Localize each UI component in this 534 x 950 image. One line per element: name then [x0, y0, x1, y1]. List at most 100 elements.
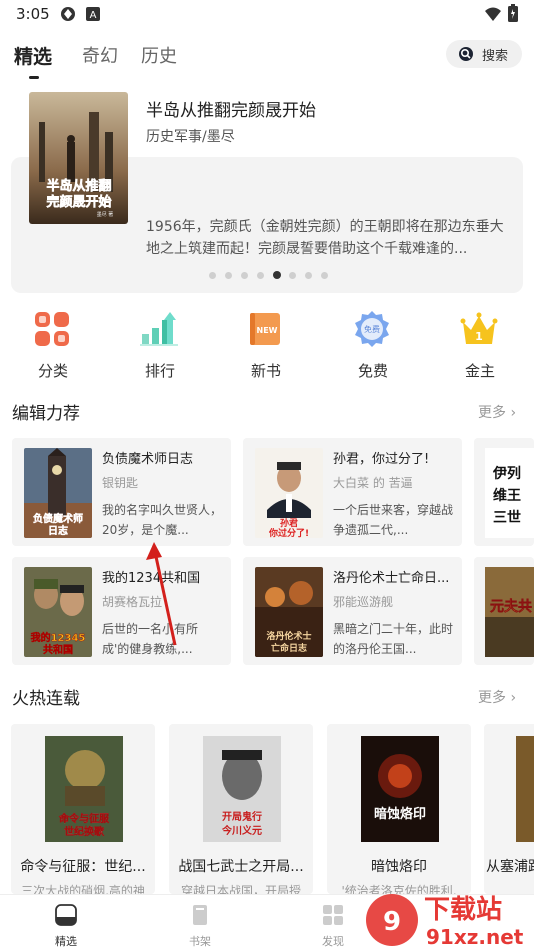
book-author: 邪能巡游舰: [333, 595, 394, 609]
book-cover: [516, 736, 534, 842]
red-arrow-annotation: [146, 542, 177, 646]
book-card[interactable]: 我的12345 共和国 我的1234共和国 胡赛格瓦拉 后世的一名小有所成'的健…: [12, 557, 231, 665]
watermark-title: 下载站: [424, 895, 502, 925]
hot-serials-title: 火热连载: [12, 689, 80, 709]
featured-icon: [55, 904, 77, 926]
book-card[interactable]: 洛丹伦术士 亡命日志 洛丹伦术士亡命日... 邪能巡游舰 黑暗之门二十年，此时的…: [243, 557, 462, 665]
svg-text:今川义元: 今川义元: [221, 824, 262, 837]
svg-text:负债魔术师: 负债魔术师: [33, 512, 83, 525]
tab-fantasy[interactable]: 奇幻: [82, 42, 118, 68]
svg-text:世纪换歌: 世纪换歌: [64, 825, 105, 838]
svg-text:1: 1: [475, 330, 483, 343]
pagination-dot: [321, 272, 328, 279]
site-watermark: 9 下载站 91xz.net: [362, 886, 534, 950]
svg-text:我的12345: 我的12345: [31, 631, 86, 644]
quick-link-category[interactable]: 分类: [8, 305, 98, 381]
book-card-partial[interactable]: 元夫共: [474, 557, 534, 665]
book-title: 命令与征服：世纪...: [20, 859, 146, 875]
book-cover: 开局鬼行 今川义元: [203, 736, 281, 842]
pagination-dot: [273, 271, 281, 279]
svg-text:A: A: [90, 10, 97, 21]
editor-picks-title: 编辑力荐: [12, 404, 80, 424]
banner-book-cover[interactable]: 半岛从推翻 完颜晟开始 墨尽 著: [29, 92, 128, 224]
quick-link-free[interactable]: 免费 免费: [328, 305, 418, 381]
svg-text:共和国: 共和国: [43, 643, 73, 656]
quick-link-label: 新书: [250, 362, 281, 380]
battery-icon: [508, 4, 518, 22]
discover-icon: [323, 905, 343, 925]
quick-link-label: 金主: [464, 362, 495, 380]
svg-text:日志: 日志: [48, 524, 68, 537]
book-title: 从塞浦路: [486, 859, 534, 875]
active-tab-indicator: [29, 76, 39, 79]
pagination-dot: [209, 272, 216, 279]
svg-text:9: 9: [383, 907, 401, 937]
quick-link-new-books[interactable]: NEW 新书: [221, 305, 311, 381]
svg-text:完颜晟开始: 完颜晟开始: [46, 194, 111, 210]
book-description: 一个后世来客，穿越战争遗孤二代,...: [333, 503, 454, 537]
book-cover: 命令与征服 世纪换歌: [45, 736, 123, 842]
search-label: 搜索: [482, 49, 509, 64]
hot-book-card[interactable]: 开局鬼行 今川义元 战国七武士之开局... 穿越日本战国，开局授: [169, 724, 313, 894]
hot-serials-more-link[interactable]: 更多 ›: [478, 687, 516, 707]
quick-link-label: 排行: [144, 362, 175, 380]
nav-label: 书架: [189, 935, 211, 948]
bookshelf-icon: [193, 905, 207, 925]
editor-picks-more-link[interactable]: 更多 ›: [478, 402, 516, 422]
book-description: 我的名字叫久世贤人，20岁，是个魔...: [102, 503, 223, 537]
status-time: 3:05: [16, 5, 50, 23]
quick-link-ranking[interactable]: 排行: [115, 305, 205, 381]
banner-title[interactable]: 半岛从推翻完颜晟开始: [146, 96, 316, 121]
svg-text:半岛从推翻: 半岛从推翻: [46, 178, 111, 194]
quick-link-patron[interactable]: 1 金主: [435, 305, 525, 381]
search-button[interactable]: 搜索: [446, 40, 522, 68]
book-title: 洛丹伦术士亡命日...: [333, 571, 450, 586]
svg-text:NEW: NEW: [257, 326, 278, 335]
book-description: 三次大战的硝烟,高的神: [21, 884, 145, 894]
nav-featured[interactable]: 精选: [26, 901, 106, 949]
book-title: 孙君，你过分了!: [333, 452, 430, 467]
tab-featured[interactable]: 精选: [14, 42, 52, 69]
book-cover: 负债魔术师 日志: [24, 448, 92, 538]
svg-text:你过分了!: 你过分了!: [268, 527, 309, 538]
hot-book-card[interactable]: 暗蚀烙印 暗蚀烙印 '统治者洛克佐的胜利,: [327, 724, 471, 894]
svg-text:孙君: 孙君: [280, 517, 298, 529]
crown-icon: 1: [460, 312, 498, 344]
book-card-partial[interactable]: 伊列 维王 三世: [474, 438, 534, 546]
nav-label: 精选: [55, 935, 77, 948]
pagination-dot: [241, 272, 248, 279]
book-description: 黑暗之门二十年，此时的洛丹伦王国...: [333, 622, 454, 656]
svg-text:洛丹伦术士: 洛丹伦术士: [266, 630, 311, 642]
svg-text:开局鬼行: 开局鬼行: [222, 810, 262, 823]
nav-discover[interactable]: 发现: [293, 901, 373, 949]
book-cover: 我的12345 共和国: [24, 567, 92, 657]
book-card[interactable]: 孙君 你过分了! 孙君，你过分了! 大白菜 的 苦逼 一个后世来客，穿越战争遗孤…: [243, 438, 462, 546]
vpn-status-icon: [61, 7, 75, 21]
watermark-url: 91xz.net: [426, 925, 524, 949]
svg-text:元夫共: 元夫共: [490, 598, 532, 615]
svg-text:免费: 免费: [364, 324, 380, 334]
book-card[interactable]: 负债魔术师 日志 负债魔术师日志 银钥匙 我的名字叫久世贤人，20岁，是个魔..…: [12, 438, 231, 546]
free-icon: 免费: [355, 311, 389, 347]
svg-text:伊列: 伊列: [492, 465, 521, 482]
book-cover: 元夫共: [485, 567, 534, 657]
quick-link-label: 免费: [357, 362, 388, 380]
hot-book-card[interactable]: 命令与征服 世纪换歌 命令与征服：世纪... 三次大战的硝烟,高的神: [11, 724, 155, 894]
svg-text:维王: 维王: [493, 487, 521, 504]
notification-a-icon: A: [86, 7, 100, 21]
category-icon: [35, 312, 69, 346]
tab-history[interactable]: 历史: [141, 42, 177, 68]
hot-book-card-partial[interactable]: 从塞浦路: [484, 724, 534, 894]
search-icon: [459, 47, 473, 61]
pagination-dot: [257, 272, 264, 279]
wifi-icon: [485, 7, 501, 21]
book-description: 穿越日本战国，开局授: [180, 884, 301, 894]
status-bar: 3:05 A: [0, 0, 534, 28]
nav-bookshelf[interactable]: 书架: [160, 901, 240, 949]
book-cover: 洛丹伦术士 亡命日志: [255, 567, 323, 657]
book-cover: 孙君 你过分了!: [255, 448, 323, 538]
book-title: 战国七武士之开局...: [178, 859, 304, 875]
book-author: 大白菜 的 苦逼: [333, 476, 413, 490]
banner-subtitle: 历史军事/墨尽: [146, 129, 235, 145]
banner-description: 1956年，完颜氏（金朝姓完颜）的王朝即将在那边东垂大地之上筑建而起！完颜晟誓要…: [146, 219, 504, 257]
